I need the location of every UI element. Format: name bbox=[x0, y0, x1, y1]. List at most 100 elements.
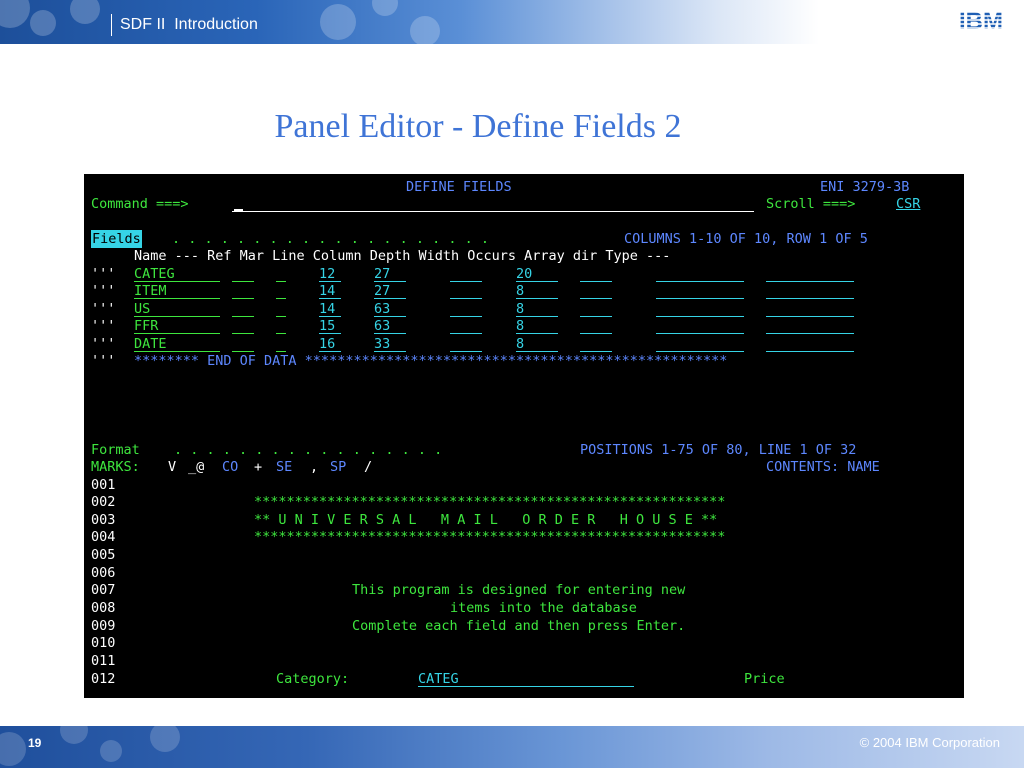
width-input[interactable]: 20 bbox=[516, 265, 558, 283]
column-input[interactable]: 27 bbox=[374, 282, 406, 300]
ibm-logo: IBM bbox=[946, 8, 1016, 35]
array-dir-input[interactable] bbox=[656, 300, 744, 318]
array-dir-input[interactable] bbox=[656, 335, 744, 353]
depth-input[interactable] bbox=[450, 282, 482, 300]
line-number[interactable]: 007 bbox=[91, 581, 115, 599]
line-text[interactable]: items into the database bbox=[450, 599, 637, 617]
line-input[interactable]: 15 bbox=[319, 317, 341, 335]
column-input[interactable]: 27 bbox=[374, 265, 406, 283]
ref-input[interactable] bbox=[232, 335, 254, 353]
row-prefix[interactable]: ''' bbox=[91, 317, 115, 335]
occurs-input[interactable] bbox=[580, 282, 612, 300]
width-input[interactable]: 8 bbox=[516, 282, 558, 300]
array-dir-input[interactable] bbox=[656, 265, 744, 283]
column-input[interactable]: 33 bbox=[374, 335, 406, 353]
marks-label: MARKS: bbox=[91, 459, 140, 475]
line-text[interactable]: ****************************************… bbox=[254, 528, 725, 546]
table-row: ''' US 14 63 8 bbox=[84, 300, 964, 318]
mark-sp: SP bbox=[330, 459, 347, 475]
row-prefix[interactable]: ''' bbox=[91, 265, 115, 283]
command-input[interactable] bbox=[232, 195, 754, 213]
slide-title: Panel Editor - Define Fields 2 bbox=[274, 108, 682, 145]
decor-dot bbox=[70, 0, 100, 24]
line-number[interactable]: 009 bbox=[91, 617, 115, 635]
row-prefix[interactable]: ''' bbox=[91, 282, 115, 300]
line-input[interactable]: 14 bbox=[319, 300, 341, 318]
type-input[interactable] bbox=[766, 282, 854, 300]
array-dir-input[interactable] bbox=[656, 282, 744, 300]
mar-input[interactable] bbox=[276, 300, 286, 318]
depth-input[interactable] bbox=[450, 335, 482, 353]
line-number[interactable]: 005 bbox=[91, 546, 115, 564]
line-number[interactable]: 011 bbox=[91, 652, 115, 670]
depth-input[interactable] bbox=[450, 317, 482, 335]
row-prefix[interactable]: ''' bbox=[91, 352, 115, 370]
width-input[interactable]: 8 bbox=[516, 335, 558, 353]
format-position: POSITIONS 1-75 OF 80, LINE 1 OF 32 bbox=[580, 442, 857, 458]
row-prefix[interactable]: ''' bbox=[91, 300, 115, 318]
ref-input[interactable] bbox=[232, 265, 254, 283]
mark-underscore-at: _@ bbox=[188, 459, 205, 475]
mar-input[interactable] bbox=[276, 282, 286, 300]
command-row: Command ===> Scroll ===> CSR bbox=[84, 195, 964, 213]
line-text[interactable]: ** U N I V E R S A L M A I L O R D E R H… bbox=[254, 511, 717, 529]
line-number[interactable]: 004 bbox=[91, 528, 115, 546]
scroll-input[interactable]: CSR bbox=[896, 195, 920, 213]
line-text[interactable]: This program is designed for entering ne… bbox=[352, 581, 685, 599]
mark-slash: / bbox=[364, 459, 373, 475]
line-input[interactable]: 12 bbox=[319, 265, 341, 283]
fields-label: Fields bbox=[91, 230, 142, 248]
line-text[interactable]: ****************************************… bbox=[254, 493, 725, 511]
header-divider bbox=[111, 14, 112, 36]
mar-input[interactable] bbox=[276, 335, 286, 353]
type-input[interactable] bbox=[766, 317, 854, 335]
type-input[interactable] bbox=[766, 335, 854, 353]
mark-comma: , bbox=[310, 459, 319, 475]
ref-input[interactable] bbox=[232, 282, 254, 300]
line-input[interactable]: 14 bbox=[319, 282, 341, 300]
format-label: Format bbox=[91, 442, 140, 458]
mark-v: V bbox=[168, 459, 177, 475]
decor-dot bbox=[410, 16, 440, 44]
type-input[interactable] bbox=[766, 265, 854, 283]
line-number[interactable]: 001 bbox=[91, 476, 115, 494]
terminal-screen[interactable]: DEFINE FIELDS ENI 3279-3B Command ===> S… bbox=[84, 174, 964, 698]
field-name-input[interactable]: DATE bbox=[134, 335, 220, 353]
occurs-input[interactable] bbox=[580, 265, 612, 283]
end-of-data: ******** END OF DATA *******************… bbox=[134, 353, 728, 369]
field-name-input[interactable]: FFR bbox=[134, 317, 220, 335]
depth-input[interactable] bbox=[450, 300, 482, 318]
ref-input[interactable] bbox=[232, 317, 254, 335]
array-dir-input[interactable] bbox=[656, 317, 744, 335]
column-input[interactable]: 63 bbox=[374, 317, 406, 335]
occurs-input[interactable] bbox=[580, 335, 612, 353]
mar-input[interactable] bbox=[276, 265, 286, 283]
column-input[interactable]: 63 bbox=[374, 300, 406, 318]
line-number[interactable]: 012 bbox=[91, 670, 115, 688]
row-prefix[interactable]: ''' bbox=[91, 335, 115, 353]
ref-input[interactable] bbox=[232, 300, 254, 318]
depth-input[interactable] bbox=[450, 265, 482, 283]
occurs-input[interactable] bbox=[580, 317, 612, 335]
decor-dot bbox=[0, 0, 30, 28]
line-number[interactable]: 003 bbox=[91, 511, 115, 529]
line-input[interactable]: 16 bbox=[319, 335, 341, 353]
line-number[interactable]: 006 bbox=[91, 564, 115, 582]
field-name-input[interactable]: US bbox=[134, 300, 220, 318]
line-number[interactable]: 010 bbox=[91, 634, 115, 652]
line-number[interactable]: 002 bbox=[91, 493, 115, 511]
width-input[interactable]: 8 bbox=[516, 317, 558, 335]
line-text[interactable]: Complete each field and then press Enter… bbox=[352, 617, 685, 635]
occurs-input[interactable] bbox=[580, 300, 612, 318]
format-line: 003 ** U N I V E R S A L M A I L O R D E… bbox=[84, 511, 964, 529]
field-name-input[interactable]: ITEM bbox=[134, 282, 220, 300]
field-name-input[interactable]: CATEG bbox=[134, 265, 220, 283]
terminal-title-row: DEFINE FIELDS ENI 3279-3B bbox=[84, 178, 964, 196]
type-input[interactable] bbox=[766, 300, 854, 318]
line-number[interactable]: 008 bbox=[91, 599, 115, 617]
width-input[interactable]: 8 bbox=[516, 300, 558, 318]
contents-label: CONTENTS: NAME bbox=[766, 459, 880, 475]
mar-input[interactable] bbox=[276, 317, 286, 335]
decor-dot bbox=[100, 740, 122, 762]
category-field[interactable]: CATEG bbox=[418, 670, 634, 688]
